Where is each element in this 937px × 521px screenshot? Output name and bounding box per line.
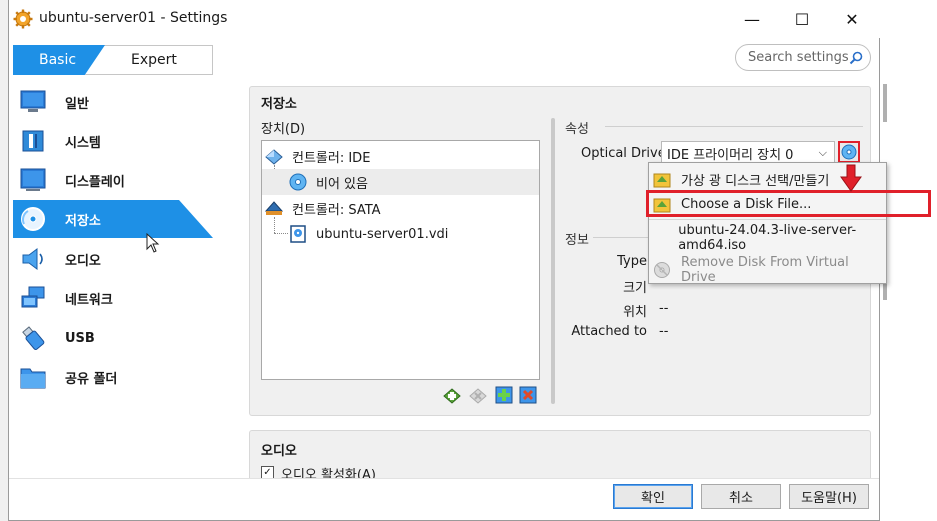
- optical-drive-label: Optical Drive: [581, 146, 666, 161]
- background-scrollbar-thumb: [883, 84, 887, 122]
- chevron-down-icon: ⌵: [818, 146, 827, 159]
- minimize-button[interactable]: —: [727, 0, 777, 38]
- info-key-location: 위치: [623, 305, 647, 320]
- storage-section-title: 저장소: [261, 97, 297, 112]
- menu-item-recent-iso[interactable]: ubuntu-24.04.3-live-server-amd64.iso: [649, 222, 886, 253]
- background-window-right: [880, 0, 937, 521]
- search-input[interactable]: [748, 50, 848, 65]
- menu-highlight-box: [646, 190, 931, 217]
- sidebar-item-general[interactable]: 일반: [13, 83, 213, 121]
- remove-controller-icon: [469, 388, 487, 404]
- tree-item-label: ubuntu-server01.vdi: [316, 226, 449, 242]
- remove-attachment-icon[interactable]: [519, 386, 537, 404]
- storage-device-tree[interactable]: 컨트롤러: IDE 비어 있음 컨트롤러: SATA ubuntu-server…: [261, 140, 540, 380]
- sidebar-item-network[interactable]: 네트워크: [13, 279, 213, 317]
- system-icon: [19, 127, 47, 155]
- help-button[interactable]: 도움말(H): [789, 484, 869, 509]
- cancel-button[interactable]: 취소: [701, 484, 781, 509]
- menu-item-label: Remove Disk From Virtual Drive: [681, 254, 849, 285]
- sidebar-item-label: 저장소: [65, 213, 101, 229]
- info-key-size: 크기: [623, 281, 647, 296]
- info-key-type: Type: [617, 254, 647, 269]
- close-button[interactable]: ✕: [827, 0, 877, 38]
- sidebar-item-display[interactable]: 디스플레이: [13, 161, 213, 199]
- sidebar-item-label: USB: [65, 330, 95, 346]
- red-arrow-annotation-icon: [840, 164, 862, 192]
- mouse-cursor-icon: [146, 233, 160, 253]
- ide-controller-icon: [264, 146, 284, 166]
- choose-optical-disk-button[interactable]: [838, 141, 860, 163]
- menu-item-label: ubuntu-24.04.3-live-server-amd64.iso: [678, 222, 857, 253]
- usb-icon: [19, 324, 47, 352]
- maximize-button[interactable]: ☐: [777, 0, 827, 38]
- menu-separator: [649, 219, 886, 220]
- gear-icon: [13, 9, 33, 29]
- network-icon: [19, 284, 47, 312]
- tree-item-label: 컨트롤러: IDE: [292, 150, 371, 166]
- sidebar-item-usb[interactable]: USB: [13, 319, 213, 357]
- tree-item-label: 비어 있음: [316, 176, 368, 192]
- expert-mode-button[interactable]: Expert: [85, 45, 213, 75]
- sidebar-item-storage[interactable]: 저장소: [13, 200, 213, 238]
- sidebar-item-label: 시스템: [65, 135, 101, 151]
- tree-item-sata-controller[interactable]: 컨트롤러: SATA: [262, 195, 541, 221]
- ok-button[interactable]: 확인: [613, 484, 693, 509]
- info-divider: [593, 237, 653, 238]
- attributes-label: 속성: [565, 122, 589, 137]
- optical-drive-value: IDE 프라이머리 장치 0: [667, 148, 794, 163]
- info-label: 정보: [565, 233, 589, 248]
- info-value-location: --: [659, 301, 669, 316]
- background-desktop-left: [0, 0, 8, 521]
- menu-item-label: 가상 광 디스크 선택/만들기: [681, 174, 830, 189]
- tree-item-vdi-disk[interactable]: ubuntu-server01.vdi: [262, 221, 565, 247]
- tree-item-label: 컨트롤러: SATA: [292, 202, 381, 218]
- settings-window: ubuntu-server01 - Settings — ☐ ✕ Expert …: [8, 0, 931, 521]
- remove-disk-icon: [653, 261, 671, 279]
- title-bar[interactable]: ubuntu-server01 - Settings — ☐ ✕: [9, 0, 881, 38]
- tree-item-ide-controller[interactable]: 컨트롤러: IDE: [262, 143, 541, 169]
- sidebar-item-label: 오디오: [65, 253, 101, 269]
- attributes-divider: [605, 126, 863, 127]
- optical-disc-icon: [288, 172, 308, 192]
- tree-item-empty-optical[interactable]: 비어 있음: [262, 169, 539, 195]
- menu-item-remove-disk: Remove Disk From Virtual Drive: [649, 254, 886, 285]
- sidebar-item-label: 공유 폴더: [65, 371, 118, 387]
- sata-controller-icon: [264, 198, 284, 218]
- info-key-attached-to: Attached to: [571, 324, 647, 339]
- devices-label: 장치(D): [261, 122, 306, 137]
- sidebar-item-label: 일반: [65, 96, 89, 112]
- window-title: ubuntu-server01 - Settings: [39, 10, 228, 26]
- general-icon: [19, 88, 47, 116]
- sidebar-item-audio[interactable]: 오디오: [13, 240, 213, 278]
- info-value-attached-to: --: [659, 324, 669, 339]
- menu-item-spacer: [653, 229, 668, 247]
- storage-icon: [19, 205, 47, 233]
- audio-section-title: 오디오: [261, 444, 297, 459]
- sidebar-item-label: 네트워크: [65, 292, 113, 308]
- hard-disk-icon: [288, 224, 308, 244]
- optical-disk-select-icon: [653, 171, 671, 189]
- sidebar-item-shared-folders[interactable]: 공유 폴더: [13, 358, 213, 396]
- panel-splitter[interactable]: [551, 118, 555, 404]
- search-icon[interactable]: [849, 51, 863, 65]
- display-icon: [19, 166, 47, 194]
- sidebar-item-system[interactable]: 시스템: [13, 122, 213, 160]
- shared-folder-icon: [19, 363, 47, 391]
- add-controller-icon[interactable]: [443, 386, 461, 404]
- search-box[interactable]: [735, 44, 871, 71]
- optical-disc-icon: [841, 144, 857, 160]
- add-attachment-icon[interactable]: [495, 386, 513, 404]
- audio-icon: [19, 245, 47, 273]
- sidebar-item-label: 디스플레이: [65, 174, 125, 190]
